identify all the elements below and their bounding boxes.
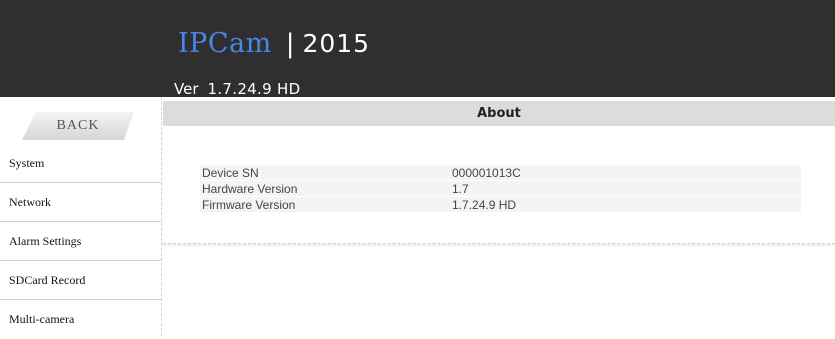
- version-number: 1.7.24.9 HD: [207, 80, 301, 98]
- app-logo: IPCam | 2015: [178, 28, 370, 62]
- sidebar-item-network[interactable]: Network: [0, 183, 161, 222]
- brand-separator: |: [285, 29, 295, 59]
- sidebar-item-system[interactable]: System: [0, 144, 161, 183]
- table-row: Firmware Version 1.7.24.9 HD: [200, 197, 801, 212]
- brand-year: 2015: [302, 29, 371, 58]
- device-sn-label: Device SN: [202, 165, 259, 180]
- sidebar-item-multi-camera[interactable]: Multi-camera: [0, 300, 161, 339]
- sidebar-item-sdcard-record[interactable]: SDCard Record: [0, 261, 161, 300]
- version-label: Ver: [174, 80, 199, 98]
- back-button[interactable]: BACK: [22, 112, 134, 140]
- top-header: IPCam | 2015 Ver 1.7.24.9 HD: [0, 0, 835, 98]
- hardware-version-value: 1.7: [452, 181, 469, 196]
- hardware-version-label: Hardware Version: [202, 181, 298, 196]
- about-panel-title: About: [163, 101, 835, 126]
- firmware-version-label: Firmware Version: [202, 197, 296, 212]
- firmware-version-value: 1.7.24.9 HD: [452, 197, 517, 212]
- brand-name: IPCam: [178, 28, 272, 59]
- table-row: Hardware Version 1.7: [200, 181, 801, 196]
- sidebar: BACK System Network Alarm Settings SDCar…: [0, 97, 162, 336]
- back-area: BACK: [0, 97, 161, 140]
- sidebar-item-alarm-settings[interactable]: Alarm Settings: [0, 222, 161, 261]
- device-info-table: Device SN 000001013C Hardware Version 1.…: [200, 165, 801, 213]
- device-sn-value: 000001013C: [452, 165, 521, 180]
- version-text: Ver 1.7.24.9 HD: [174, 80, 300, 98]
- table-row: Device SN 000001013C: [200, 165, 801, 180]
